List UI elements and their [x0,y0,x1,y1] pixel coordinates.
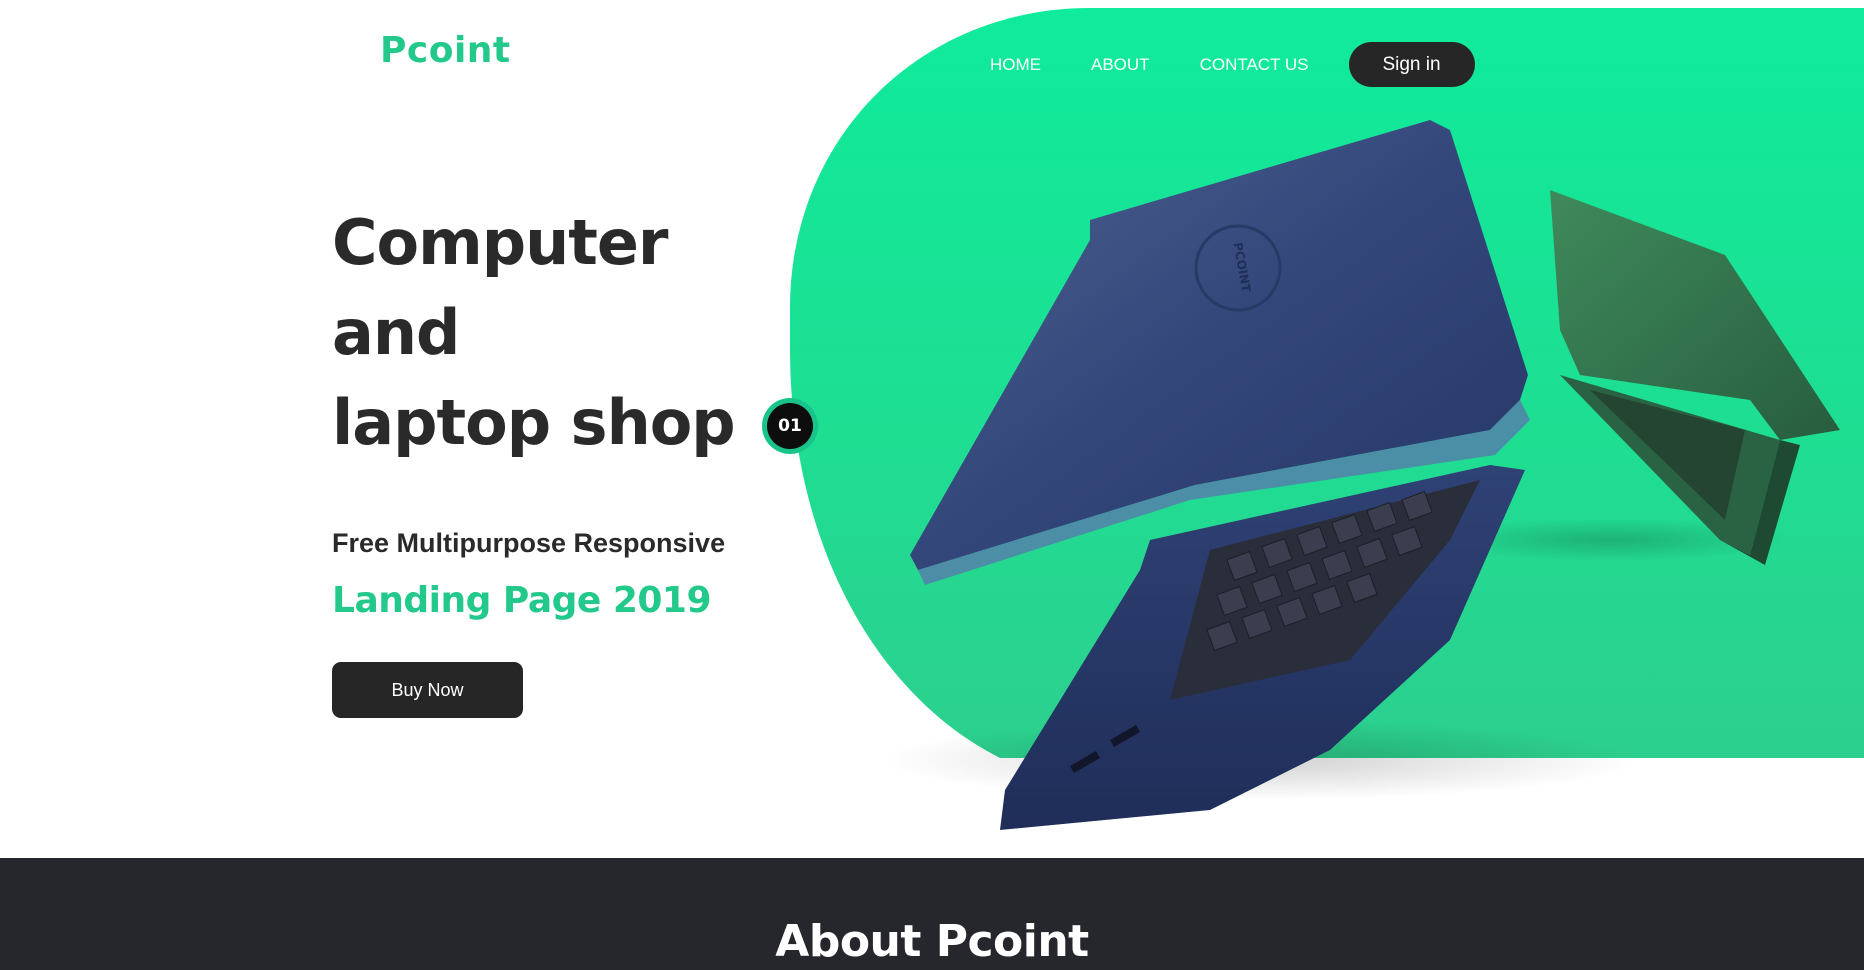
buy-now-button[interactable]: Buy Now [332,662,523,718]
sign-in-button[interactable]: Sign in [1348,42,1475,87]
hero-subtitle-highlight: Landing Page 2019 [332,580,712,621]
hero-headline: Computer and laptop shop [332,198,736,468]
hero-headline-line-2: and [332,296,460,369]
brand-logo[interactable]: Pcoint [380,30,511,71]
nav-home-link[interactable]: HOME [990,55,1041,75]
nav-about-link[interactable]: ABOUT [1091,55,1150,75]
green-laptop [1550,190,1840,565]
landing-page: Pcoint HOME ABOUT CONTACT US Sign in Com… [0,0,1864,970]
laptop-product-image: PCOINT [880,120,1840,830]
hero-headline-line-1: Computer [332,206,668,279]
nav-contact-link[interactable]: CONTACT US [1200,55,1309,75]
about-title: About Pcoint [775,916,1089,967]
main-nav: HOME ABOUT CONTACT US Sign in [990,42,1475,87]
hero-headline-line-3: laptop shop [332,386,736,459]
about-section: About Pcoint [0,858,1864,970]
blue-laptop: PCOINT [910,120,1530,830]
hero-subtitle: Free Multipurpose Responsive [332,528,726,558]
